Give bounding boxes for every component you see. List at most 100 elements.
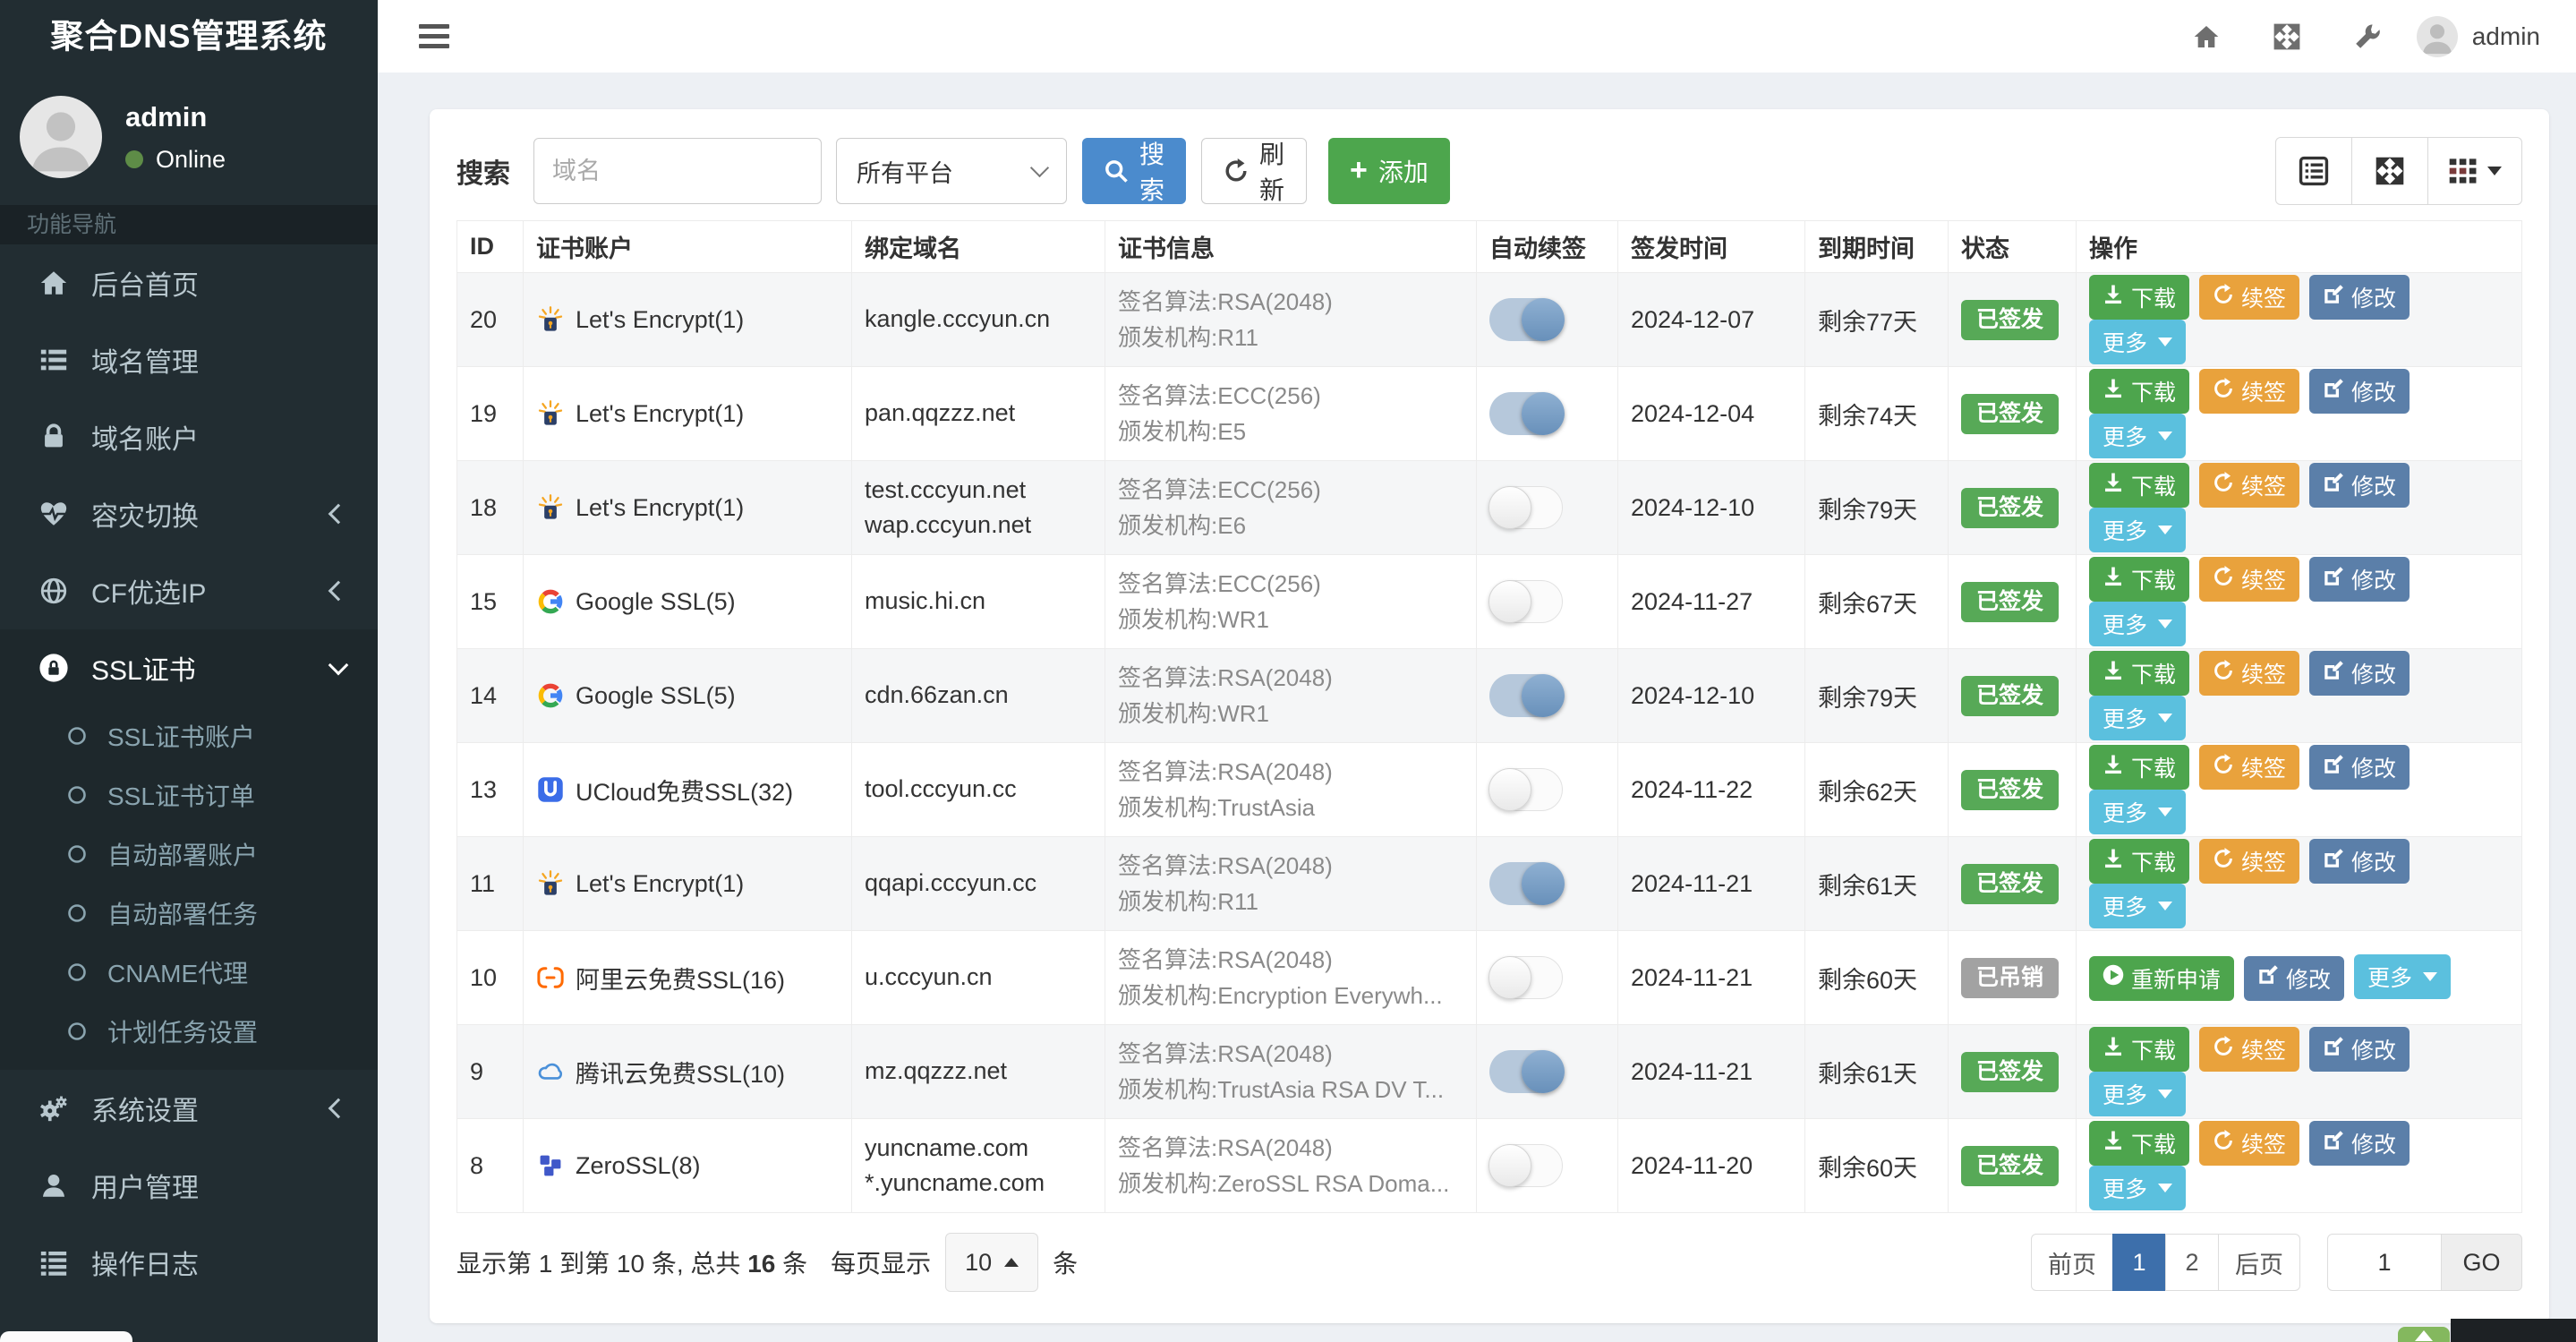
page-button-1[interactable]: 1 xyxy=(2112,1234,2166,1291)
go-button[interactable]: GO xyxy=(2442,1234,2522,1291)
renew-button[interactable]: 续签 xyxy=(2199,1121,2300,1166)
auto-renew-toggle[interactable] xyxy=(1488,486,1563,529)
back-to-top-button[interactable] xyxy=(2398,1327,2450,1342)
more-button[interactable]: 更多 xyxy=(2089,790,2187,834)
more-button[interactable]: 更多 xyxy=(2354,954,2452,1000)
sidebar-toggle-icon[interactable] xyxy=(410,15,458,57)
sidebar-subitem-cron-settings[interactable]: 计划任务设置 xyxy=(0,1002,378,1061)
sidebar-link-domain-accounts[interactable]: 域名账户 xyxy=(0,398,378,475)
edit-button[interactable]: 修改 xyxy=(2309,1027,2410,1072)
auto-renew-toggle[interactable] xyxy=(1489,298,1565,341)
download-button[interactable]: 下载 xyxy=(2089,839,2190,884)
actions-cell: 下载 续签 修改更多 xyxy=(2076,742,2522,837)
cert-account-cell: UCloud免费SSL(32) xyxy=(523,742,852,837)
more-button[interactable]: 更多 xyxy=(2089,508,2187,552)
auto-renew-toggle[interactable] xyxy=(1488,1144,1563,1187)
wrench-icon[interactable] xyxy=(2327,22,2408,51)
cert-id-cell: 20 xyxy=(456,272,524,367)
platform-select[interactable]: 所有平台 xyxy=(836,138,1067,204)
search-button[interactable]: 搜索 xyxy=(1082,138,1187,204)
edit-button[interactable]: 修改 xyxy=(2309,463,2410,508)
next-page-button[interactable]: 后页 xyxy=(2218,1234,2300,1291)
sidebar-link-ssl[interactable]: SSL证书 xyxy=(0,629,378,706)
edit-button[interactable]: 修改 xyxy=(2309,275,2410,320)
auto-renew-toggle[interactable] xyxy=(1488,768,1563,811)
sidebar-label: 后台首页 xyxy=(91,271,199,301)
more-button[interactable]: 更多 xyxy=(2089,884,2187,928)
auto-renew-toggle[interactable] xyxy=(1489,392,1565,435)
sidebar-link-cf-ip[interactable]: CF优选IP xyxy=(0,552,378,629)
sidebar-subitem-ssl-accounts[interactable]: SSL证书账户 xyxy=(0,706,378,765)
auto-renew-toggle[interactable] xyxy=(1489,1050,1565,1093)
edit-button[interactable]: 修改 xyxy=(2309,369,2410,414)
edit-button[interactable]: 修改 xyxy=(2244,955,2345,1001)
goto-page-input[interactable] xyxy=(2327,1234,2442,1291)
renew-button[interactable]: 续签 xyxy=(2199,745,2300,790)
more-button[interactable]: 更多 xyxy=(2089,320,2187,364)
download-button[interactable]: 下载 xyxy=(2089,745,2190,790)
sidebar-link-failover[interactable]: 容灾切换 xyxy=(0,475,378,552)
lets-encrypt-icon xyxy=(536,305,565,334)
download-button[interactable]: 下载 xyxy=(2089,1027,2190,1072)
prev-page-button[interactable]: 前页 xyxy=(2031,1234,2113,1291)
more-button[interactable]: 更多 xyxy=(2089,696,2187,740)
renew-button[interactable]: 续签 xyxy=(2199,275,2300,320)
renew-button[interactable]: 续签 xyxy=(2199,839,2300,884)
app-root: 聚合DNS管理系统 admin Online 功能导航 后台首页 域名管理 域名账户… xyxy=(0,0,2576,1342)
page-button-2[interactable]: 2 xyxy=(2165,1234,2219,1291)
more-button[interactable]: 更多 xyxy=(2089,1072,2187,1116)
expand-view-button[interactable] xyxy=(2351,137,2428,205)
renew-button[interactable]: 续签 xyxy=(2199,651,2300,696)
renew-button[interactable]: 续签 xyxy=(2199,463,2300,508)
download-button[interactable]: 下载 xyxy=(2089,275,2190,320)
more-button[interactable]: 更多 xyxy=(2089,602,2187,646)
sidebar-link-users[interactable]: 用户管理 xyxy=(0,1147,378,1224)
download-button[interactable]: 下载 xyxy=(2089,1121,2190,1166)
edit-button[interactable]: 修改 xyxy=(2309,1121,2410,1166)
topbar-user-menu[interactable]: admin xyxy=(2416,15,2540,57)
page-size-select[interactable]: 10 xyxy=(945,1233,1039,1292)
renew-button[interactable]: 续签 xyxy=(2199,1027,2300,1072)
search-input[interactable] xyxy=(533,138,822,204)
columns-view-button[interactable] xyxy=(2427,137,2522,205)
edit-button[interactable]: 修改 xyxy=(2309,651,2410,696)
add-button[interactable]: + 添加 xyxy=(1328,138,1450,204)
sidebar-link-system[interactable]: 系统设置 xyxy=(0,1070,378,1147)
auto-renew-toggle[interactable] xyxy=(1488,956,1563,999)
sidebar-subitem-ssl-orders[interactable]: SSL证书订单 xyxy=(0,765,378,825)
auto-renew-toggle[interactable] xyxy=(1488,580,1563,623)
sidebar-subitem-cname-proxy[interactable]: CNAME代理 xyxy=(0,943,378,1002)
table-view-button[interactable] xyxy=(2275,137,2352,205)
cert-row-19: 19 Let's Encrypt(1) pan.qqzzz.net 签名算法:ECC(… xyxy=(456,366,2522,461)
download-button[interactable]: 下载 xyxy=(2089,463,2190,508)
download-button[interactable]: 下载 xyxy=(2089,651,2190,696)
sidebar-link-domains[interactable]: 域名管理 xyxy=(0,321,378,398)
home-icon[interactable] xyxy=(2166,22,2247,51)
edit-button[interactable]: 修改 xyxy=(2309,745,2410,790)
download-button[interactable]: 下载 xyxy=(2089,369,2190,414)
edit-button[interactable]: 修改 xyxy=(2309,557,2410,602)
column-header-5: 签发时间 xyxy=(1617,220,1805,273)
column-header-7: 状态 xyxy=(1948,220,2077,273)
edit-button[interactable]: 修改 xyxy=(2309,839,2410,884)
auto-renew-toggle[interactable] xyxy=(1489,674,1565,717)
sidebar-link-logs[interactable]: 操作日志 xyxy=(0,1224,378,1301)
renew-button[interactable]: 续签 xyxy=(2199,557,2300,602)
download-icon xyxy=(2103,1130,2124,1158)
sidebar-link-home[interactable]: 后台首页 xyxy=(0,244,378,321)
renew-button[interactable]: 续签 xyxy=(2199,369,2300,414)
more-button[interactable]: 更多 xyxy=(2089,414,2187,458)
refresh-button[interactable]: 刷新 xyxy=(1201,138,1308,204)
account-name: Let's Encrypt(1) xyxy=(576,493,745,521)
sidebar-subitem-deploy-accounts[interactable]: 自动部署账户 xyxy=(0,825,378,884)
sidebar-subitem-deploy-tasks[interactable]: 自动部署任务 xyxy=(0,884,378,943)
reapply-button[interactable]: 重新申请 xyxy=(2089,955,2235,1001)
fullscreen-icon[interactable] xyxy=(2247,22,2327,51)
auto-renew-toggle[interactable] xyxy=(1489,862,1565,905)
google-icon xyxy=(536,587,565,616)
more-button[interactable]: 更多 xyxy=(2089,1166,2187,1210)
download-button[interactable]: 下载 xyxy=(2089,557,2190,602)
download-icon xyxy=(2103,848,2124,876)
debug-trace-tab[interactable] xyxy=(0,1331,132,1342)
domain-cell: cdn.66zan.cn xyxy=(851,648,1105,743)
